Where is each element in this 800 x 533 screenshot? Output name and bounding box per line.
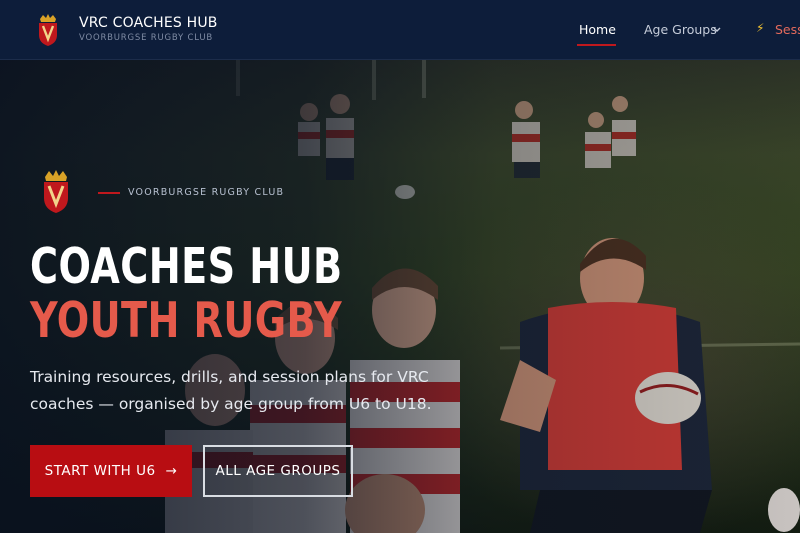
hero-title-line-1: COACHES HUB [30, 238, 343, 295]
hero-eyebrow: VOORBURGSE RUGBY CLUB [128, 187, 285, 198]
eyebrow-accent-line [98, 192, 120, 194]
start-with-u6-button[interactable]: START WITH U6 → [30, 445, 192, 497]
nav-item-home[interactable]: Home [579, 22, 616, 37]
top-navigation-bar: VRC COACHES HUB VOORBURGSE RUGBY CLUB Ho… [0, 0, 800, 60]
hero-section: VOORBURGSE RUGBY CLUB COACHES HUB YOUTH … [0, 60, 800, 533]
club-crest-icon [44, 170, 68, 213]
all-age-groups-button[interactable]: ALL AGE GROUPS [203, 445, 353, 497]
chevron-down-icon[interactable] [711, 25, 723, 35]
brand-subtitle: VOORBURGSE RUGBY CLUB [79, 33, 214, 43]
nav-item-sessions[interactable]: Sess [775, 22, 800, 37]
club-crest-logo-icon[interactable] [36, 13, 60, 47]
active-nav-indicator [577, 44, 616, 46]
nav-item-age-groups[interactable]: Age Groups [644, 22, 717, 37]
lightning-icon: ⚡ [756, 21, 765, 35]
arrow-right-icon: → [165, 463, 178, 479]
start-with-u6-label: START WITH U6 [44, 463, 156, 479]
all-age-groups-label: ALL AGE GROUPS [215, 463, 341, 479]
brand-title[interactable]: VRC COACHES HUB [79, 15, 218, 31]
hero-intro-text: Training resources, drills, and session … [30, 368, 432, 413]
hero-title-line-2: YOUTH RUGBY [30, 292, 343, 349]
